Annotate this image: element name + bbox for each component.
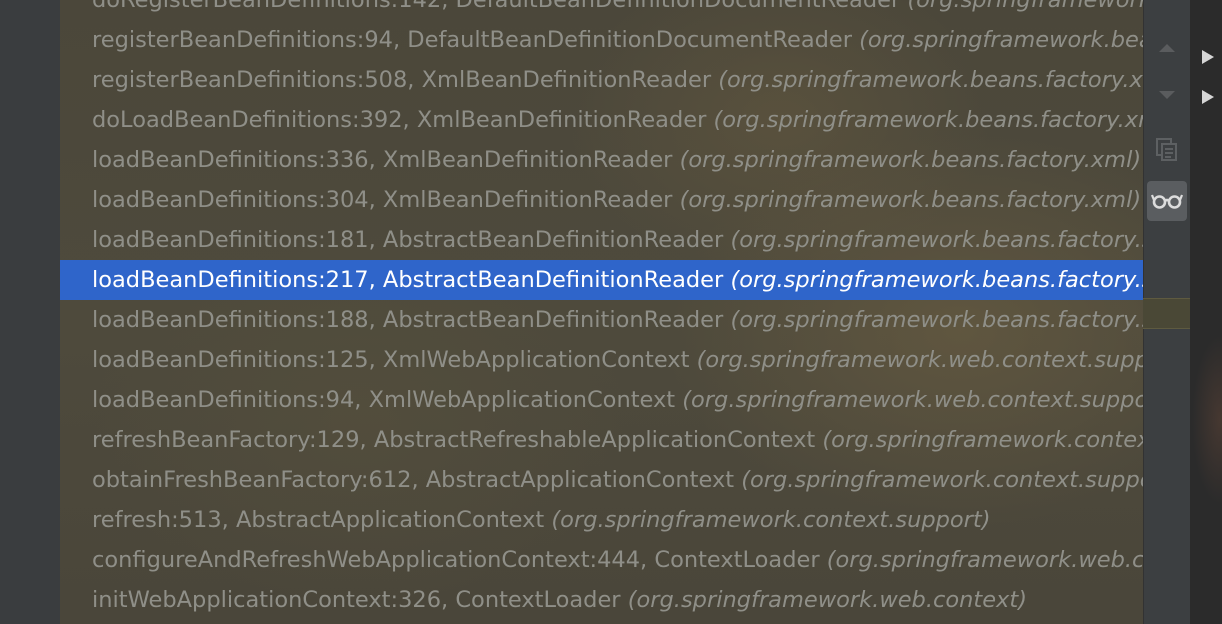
frame-package: (org.springframework.beans.factory.xml) xyxy=(907,0,1143,13)
frame-method: loadBeanDefinitions:181, xyxy=(92,227,383,253)
expand-button-1[interactable] xyxy=(1198,47,1218,67)
frames-panel[interactable]: doRegisterBeanDefinitions:142, DefaultBe… xyxy=(60,0,1143,624)
frame-class: XmlWebApplicationContext xyxy=(382,347,697,373)
frame-package: (org.springframework.beans.factory.xml) xyxy=(679,187,1142,213)
frame-row[interactable]: loadBeanDefinitions:94, XmlWebApplicatio… xyxy=(60,380,1143,420)
frame-package: (org.springframework.beans.factory.suppo… xyxy=(730,227,1143,253)
frame-method: refresh:513, xyxy=(92,507,236,533)
expand-button-2[interactable] xyxy=(1198,87,1218,107)
frame-class: XmlBeanDefinitionReader xyxy=(382,147,680,173)
frame-method: configureAndRefreshWebApplicationContext… xyxy=(92,547,655,573)
next-frame-button[interactable] xyxy=(1147,75,1187,115)
copy-stack-icon xyxy=(1156,138,1177,161)
arrow-down-icon xyxy=(1159,91,1175,99)
frame-row[interactable]: obtainFreshBeanFactory:612, AbstractAppl… xyxy=(60,460,1143,500)
arrow-up-icon xyxy=(1159,44,1175,52)
frame-row[interactable]: doLoadBeanDefinitions:392, XmlBeanDefini… xyxy=(60,100,1143,140)
frame-package: (org.springframework.beans.factory.suppo… xyxy=(730,267,1143,293)
frame-method: loadBeanDefinitions:188, xyxy=(92,307,383,333)
copy-stack-button[interactable] xyxy=(1147,129,1187,169)
frame-row[interactable]: doRegisterBeanDefinitions:142, DefaultBe… xyxy=(60,0,1143,20)
frame-class: AbstractApplicationContext xyxy=(235,507,552,533)
frame-class: AbstractBeanDefinitionReader xyxy=(382,227,731,253)
frame-method: loadBeanDefinitions:94, xyxy=(92,387,369,413)
frame-package: (org.springframework.context.support) xyxy=(822,427,1143,453)
frame-row[interactable]: refreshBeanFactory:129, AbstractRefresha… xyxy=(60,420,1143,460)
frame-package: (org.springframework.web.context) xyxy=(627,587,1027,613)
frame-row[interactable]: loadBeanDefinitions:336, XmlBeanDefiniti… xyxy=(60,140,1143,180)
frame-class: XmlBeanDefinitionReader xyxy=(382,187,680,213)
frame-method: refreshBeanFactory:129, xyxy=(92,427,374,453)
frame-row[interactable]: loadBeanDefinitions:304, XmlBeanDefiniti… xyxy=(60,180,1143,220)
show-library-frames-button[interactable] xyxy=(1147,181,1187,221)
frame-class: AbstractApplicationContext xyxy=(425,467,742,493)
previous-frame-button[interactable] xyxy=(1147,27,1187,67)
frame-method: loadBeanDefinitions:304, xyxy=(92,187,383,213)
frame-method: doLoadBeanDefinitions:392, xyxy=(92,107,417,133)
play-icon xyxy=(1202,90,1214,104)
frame-method: initWebApplicationContext:326, xyxy=(92,587,456,613)
frame-class: ContextLoader xyxy=(455,587,628,613)
frame-package: (org.springframework.context.support) xyxy=(741,467,1143,493)
frame-class: XmlBeanDefinitionReader xyxy=(421,67,719,93)
frame-row[interactable]: refresh:513, AbstractApplicationContext … xyxy=(60,500,1143,540)
frame-class: AbstractRefreshableApplicationContext xyxy=(373,427,823,453)
frame-row[interactable]: initWebApplicationContext:326, ContextLo… xyxy=(60,580,1143,620)
frame-package: (org.springframework.beans.factory.xml) xyxy=(713,107,1143,133)
frame-method: doRegisterBeanDefinitions:142, xyxy=(92,0,456,13)
debugger-frames-view: doRegisterBeanDefinitions:142, DefaultBe… xyxy=(0,0,1222,624)
frame-row[interactable]: loadBeanDefinitions:188, AbstractBeanDef… xyxy=(60,300,1143,340)
frame-row[interactable]: registerBeanDefinitions:94, DefaultBeanD… xyxy=(60,20,1143,60)
frame-package: (org.springframework.web.context.support… xyxy=(696,347,1143,373)
frame-list: doRegisterBeanDefinitions:142, DefaultBe… xyxy=(60,0,1143,620)
frame-class: DefaultBeanDefinitionDocumentReader xyxy=(455,0,908,13)
frame-method: registerBeanDefinitions:508, xyxy=(92,67,422,93)
frame-method: loadBeanDefinitions:336, xyxy=(92,147,383,173)
glasses-icon xyxy=(1151,194,1183,209)
frame-row[interactable]: loadBeanDefinitions:125, XmlWebApplicati… xyxy=(60,340,1143,380)
frame-row[interactable]: registerBeanDefinitions:508, XmlBeanDefi… xyxy=(60,60,1143,100)
frame-row[interactable]: loadBeanDefinitions:181, AbstractBeanDef… xyxy=(60,220,1143,260)
left-gutter xyxy=(0,0,60,624)
frame-method: registerBeanDefinitions:94, xyxy=(92,27,408,53)
frame-class: XmlBeanDefinitionReader xyxy=(416,107,714,133)
frame-package: (org.springframework.web.context) xyxy=(826,547,1143,573)
frame-package: (org.springframework.beans.factory.suppo… xyxy=(730,307,1143,333)
frame-class: ContextLoader xyxy=(654,547,827,573)
frame-class: AbstractBeanDefinitionReader xyxy=(382,307,731,333)
frame-method: loadBeanDefinitions:125, xyxy=(92,347,383,373)
frame-class: XmlWebApplicationContext xyxy=(368,387,683,413)
frame-package: (org.springframework.beans.factory.xml) xyxy=(859,27,1143,53)
frame-method: obtainFreshBeanFactory:612, xyxy=(92,467,426,493)
frame-package: (org.springframework.web.context.support… xyxy=(682,387,1143,413)
frame-class: DefaultBeanDefinitionDocumentReader xyxy=(407,27,860,53)
frame-class: AbstractBeanDefinitionReader xyxy=(382,267,731,293)
frame-row-selected[interactable]: loadBeanDefinitions:217, AbstractBeanDef… xyxy=(60,260,1143,300)
frame-package: (org.springframework.context.support) xyxy=(551,507,991,533)
frame-method: loadBeanDefinitions:217, xyxy=(92,267,383,293)
play-icon xyxy=(1202,50,1214,64)
frame-package: (org.springframework.beans.factory.xml) xyxy=(679,147,1142,173)
frame-row[interactable]: configureAndRefreshWebApplicationContext… xyxy=(60,540,1143,580)
frame-package: (org.springframework.beans.factory.xml) xyxy=(718,67,1143,93)
